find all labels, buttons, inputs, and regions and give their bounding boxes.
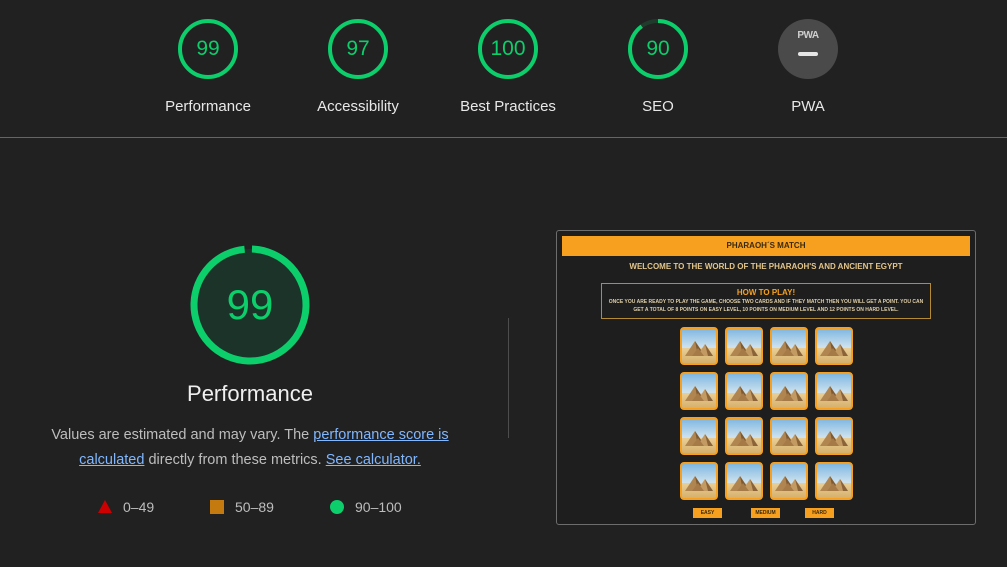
memory-card [770, 372, 808, 410]
game-welcome-text: WELCOME TO THE WORLD OF THE PHARAOH'S AN… [629, 262, 903, 271]
memory-card [725, 327, 763, 365]
game-header: PHARAOH´S MATCH [562, 236, 970, 256]
memory-card [770, 462, 808, 500]
gauge-label: Performance [165, 98, 251, 115]
medium-button: MEDIUM [751, 508, 780, 518]
memory-card [680, 462, 718, 500]
circle-icon [330, 500, 344, 514]
gauge-label: Accessibility [317, 98, 399, 115]
desc-text: Values are estimated and may vary. The [51, 427, 314, 443]
final-screenshot-thumbnail[interactable]: PHARAOH´S MATCH WELCOME TO THE WORLD OF … [556, 230, 976, 525]
header-divider [0, 137, 1007, 138]
performance-gauge: 99 [188, 243, 312, 367]
memory-card [770, 417, 808, 455]
performance-description: Values are estimated and may vary. The p… [40, 423, 460, 473]
pwa-badge-icon: PWA [778, 19, 838, 79]
gauge-ring: 97 [327, 18, 389, 80]
gauge-ring: 100 [477, 18, 539, 80]
triangle-icon [98, 500, 112, 513]
gauge-performance[interactable]: 99 Performance [148, 18, 268, 115]
legend-label: 50–89 [235, 499, 274, 515]
category-gauges: 99 Performance 97 Accessibility 100 Best… [0, 0, 1007, 137]
square-icon [210, 500, 224, 514]
hard-button: HARD [805, 508, 834, 518]
gauge-score: 100 [490, 37, 526, 60]
gauge-seo[interactable]: 90 SEO [598, 18, 718, 115]
memory-card [725, 372, 763, 410]
dash-icon [798, 52, 818, 56]
legend-label: 90–100 [355, 499, 402, 515]
gauge-label: Best Practices [460, 98, 556, 115]
memory-card [770, 327, 808, 365]
memory-card [680, 327, 718, 365]
card-grid [680, 327, 855, 500]
gauge-ring: 90 [627, 18, 689, 80]
see-calculator-link[interactable]: See calculator. [326, 452, 421, 468]
gauge-label: PWA [791, 98, 825, 115]
gauge-pwa[interactable]: PWA PWA [748, 18, 868, 115]
memory-card [725, 417, 763, 455]
memory-card [815, 417, 853, 455]
gauge-score: 90 [646, 37, 670, 60]
memory-card [680, 372, 718, 410]
legend-label: 0–49 [123, 499, 155, 515]
section-divider [508, 318, 509, 438]
pwa-badge-text: PWA [797, 30, 819, 41]
memory-card [815, 372, 853, 410]
memory-card [815, 462, 853, 500]
score-legend: 0–49 50–89 90–100 [0, 497, 500, 517]
gauge-score: 97 [346, 37, 370, 60]
gauge-score: 99 [196, 37, 220, 60]
memory-card [815, 327, 853, 365]
how-to-play-text: ONCE YOU ARE READY TO PLAY THE GAME, CHO… [608, 299, 924, 313]
memory-card [680, 417, 718, 455]
gauge-ring: 99 [177, 18, 239, 80]
easy-button: EASY [693, 508, 722, 518]
gauge-label: SEO [642, 98, 674, 115]
memory-card [725, 462, 763, 500]
performance-title: Performance [187, 381, 313, 406]
how-to-play-title: HOW TO PLAY! [736, 288, 796, 297]
performance-score: 99 [226, 281, 274, 328]
how-to-play-box: HOW TO PLAY! ONCE YOU ARE READY TO PLAY … [601, 283, 931, 319]
gauge-accessibility[interactable]: 97 Accessibility [298, 18, 418, 115]
gauge-best-practices[interactable]: 100 Best Practices [448, 18, 568, 115]
desc-text: directly from these metrics. [144, 452, 326, 468]
